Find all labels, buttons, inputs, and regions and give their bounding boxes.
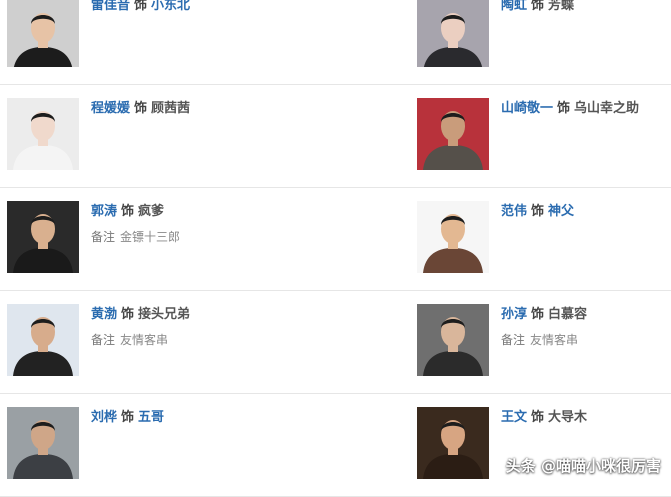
cast-row: 雷佳音饰小东北 陶虹饰芳蝶 [0, 0, 671, 85]
role-separator: 饰 [531, 0, 545, 13]
cast-credit: 郭涛饰疯爹 [91, 203, 331, 221]
note-value: 友情客串 [530, 333, 579, 347]
actor-name-link[interactable]: 黄渤 [91, 307, 117, 322]
actor-name-link[interactable]: 孙淳 [501, 307, 527, 322]
actor-photo[interactable] [417, 407, 489, 479]
actor-photo-icon [417, 407, 489, 479]
actor-photo-icon [7, 407, 79, 479]
role-name: 大导木 [548, 410, 588, 425]
cast-info: 程媛媛饰顾茜茜 [91, 100, 331, 118]
cast-card: 陶虹饰芳蝶 [410, 0, 671, 84]
cast-card: 雷佳音饰小东北 [0, 0, 330, 84]
cast-note: 备注 金镖十三郎 [91, 229, 331, 245]
cast-credit: 黄渤饰接头兄弟 [91, 306, 331, 324]
actor-photo[interactable] [417, 98, 489, 170]
cast-credit: 陶虹饰芳蝶 [501, 0, 671, 15]
role-separator: 饰 [531, 410, 545, 425]
actor-photo[interactable] [7, 304, 79, 376]
actor-photo[interactable] [417, 304, 489, 376]
actor-name-link[interactable]: 山崎敬一 [501, 101, 553, 116]
role-separator: 饰 [531, 307, 545, 322]
actor-photo-icon [417, 0, 489, 67]
actor-photo-icon [417, 201, 489, 273]
cast-row: 刘桦饰五哥 王文饰大导木 [0, 393, 671, 497]
actor-name-link[interactable]: 范伟 [501, 204, 527, 219]
cast-card: 王文饰大导木 [410, 393, 671, 496]
actor-photo[interactable] [417, 201, 489, 273]
cast-note: 备注 友情客串 [501, 332, 671, 348]
cast-info: 孙淳饰白慕容 备注 友情客串 [501, 306, 671, 348]
cast-credit: 范伟饰神父 [501, 203, 671, 221]
cast-card: 范伟饰神父 [410, 187, 671, 290]
cast-info: 雷佳音饰小东北 [91, 0, 331, 15]
cast-credit: 孙淳饰白慕容 [501, 306, 671, 324]
note-label: 备注 [501, 333, 526, 347]
cast-info: 范伟饰神父 [501, 203, 671, 221]
actor-photo-icon [417, 98, 489, 170]
actor-photo-icon [7, 201, 79, 273]
role-name-link[interactable]: 神父 [548, 204, 574, 219]
actor-photo-icon [417, 304, 489, 376]
role-separator: 饰 [121, 410, 135, 425]
role-separator: 饰 [531, 204, 545, 219]
role-name: 白慕容 [548, 307, 588, 322]
cast-card: 程媛媛饰顾茜茜 [0, 84, 330, 187]
role-name: 顾茜茜 [151, 101, 191, 116]
role-separator: 饰 [134, 0, 148, 13]
cast-card: 刘桦饰五哥 [0, 393, 330, 496]
cast-credit: 王文饰大导木 [501, 409, 671, 427]
cast-card: 孙淳饰白慕容 备注 友情客串 [410, 290, 671, 393]
watermark-text: 头条 @喵喵小咪很厉害 [505, 457, 661, 475]
role-name: 疯爹 [138, 204, 165, 219]
cast-credit: 程媛媛饰顾茜茜 [91, 100, 331, 118]
role-name: 芳蝶 [548, 0, 575, 13]
actor-photo[interactable] [7, 407, 79, 479]
actor-name-link[interactable]: 郭涛 [91, 204, 117, 219]
role-separator: 饰 [134, 101, 148, 116]
cast-card: 黄渤饰接头兄弟 备注 友情客串 [0, 290, 330, 393]
actor-name-link[interactable]: 王文 [501, 410, 527, 425]
role-name-link[interactable]: 五哥 [138, 410, 164, 425]
note-value: 金镖十三郎 [120, 230, 181, 244]
actor-photo-icon [7, 98, 79, 170]
cast-credit: 刘桦饰五哥 [91, 409, 331, 427]
cast-row: 郭涛饰疯爹 备注 金镖十三郎 范伟饰神父 [0, 187, 671, 291]
cast-credit: 雷佳音饰小东北 [91, 0, 331, 15]
role-separator: 饰 [557, 101, 571, 116]
note-label: 备注 [91, 333, 116, 347]
cast-credit: 山崎敬一饰乌山幸之助 [501, 100, 671, 118]
cast-note: 备注 友情客串 [91, 332, 331, 348]
actor-photo-icon [7, 0, 79, 67]
role-name: 接头兄弟 [138, 307, 191, 322]
cast-info: 郭涛饰疯爹备注 金镖十三郎 [91, 203, 331, 245]
cast-row: 程媛媛饰顾茜茜 山崎敬一饰乌山幸之助 [0, 84, 671, 188]
actor-name-link[interactable]: 雷佳音 [91, 0, 130, 13]
role-separator: 饰 [121, 307, 135, 322]
cast-card: 山崎敬一饰乌山幸之助 [410, 84, 671, 187]
role-name: 乌山幸之助 [574, 101, 640, 116]
actor-photo-icon [7, 304, 79, 376]
cast-card: 郭涛饰疯爹备注 金镖十三郎 [0, 187, 330, 290]
cast-info: 黄渤饰接头兄弟 备注 友情客串 [91, 306, 331, 348]
actor-photo[interactable] [7, 98, 79, 170]
cast-info: 王文饰大导木 [501, 409, 671, 427]
cast-info: 刘桦饰五哥 [91, 409, 331, 427]
actor-name-link[interactable]: 刘桦 [91, 410, 117, 425]
role-separator: 饰 [121, 204, 135, 219]
cast-row: 黄渤饰接头兄弟 备注 友情客串 孙淳饰白慕容 备注 友情客串 [0, 290, 671, 394]
note-label: 备注 [91, 230, 116, 244]
actor-photo[interactable] [417, 0, 489, 67]
actor-name-link[interactable]: 陶虹 [501, 0, 527, 13]
cast-info: 山崎敬一饰乌山幸之助 [501, 100, 671, 118]
actor-photo[interactable] [7, 201, 79, 273]
actor-photo[interactable] [7, 0, 79, 67]
actor-name-link[interactable]: 程媛媛 [91, 101, 130, 116]
note-value: 友情客串 [120, 333, 169, 347]
cast-info: 陶虹饰芳蝶 [501, 0, 671, 15]
role-name-link[interactable]: 小东北 [151, 0, 190, 13]
